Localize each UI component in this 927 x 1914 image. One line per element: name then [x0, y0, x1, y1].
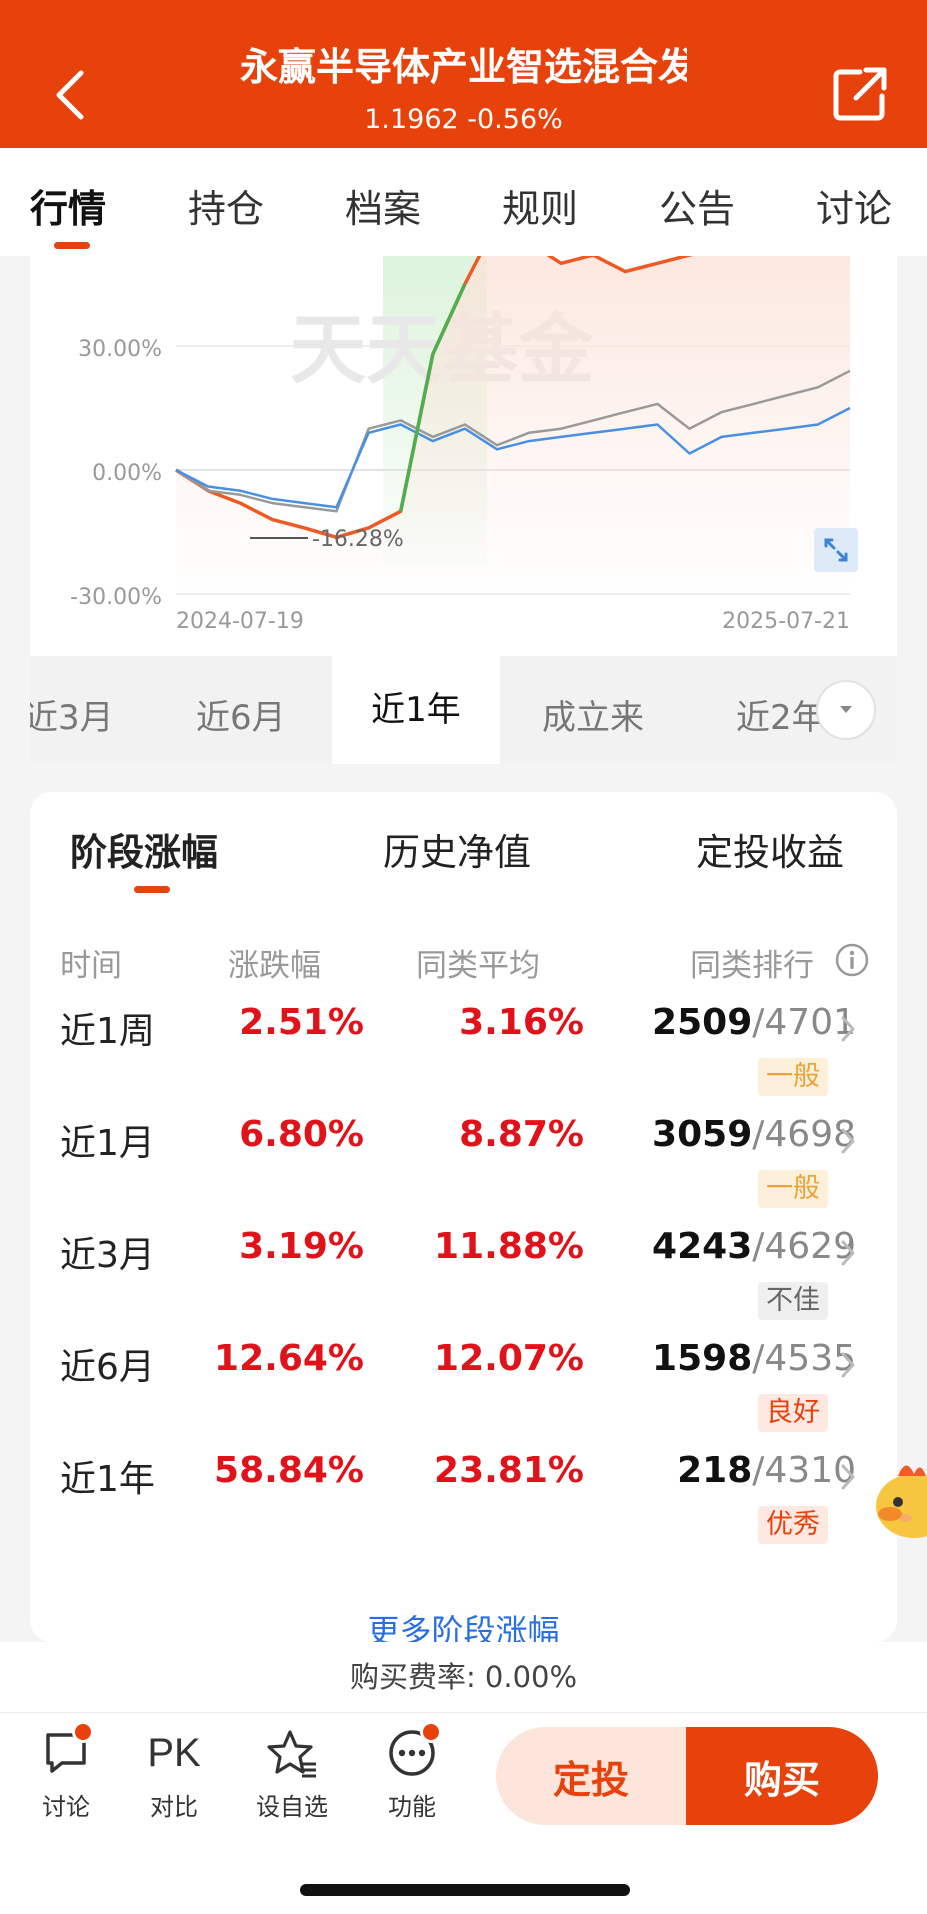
chart-series: [175, 256, 851, 594]
share-button[interactable]: [830, 64, 890, 124]
compare-label: 对比: [150, 1793, 198, 1821]
tab-profile[interactable]: 档案: [345, 178, 421, 233]
fund-title-container: 永赢半导体产业智选混合发起: [240, 42, 687, 92]
tab-period-returns[interactable]: 阶段涨幅: [70, 822, 218, 876]
period-label: 近3月: [60, 1235, 155, 1276]
fund-area-fill: [176, 256, 850, 594]
favorite-label: 设自选: [256, 1793, 328, 1821]
period-change-value: 12.64%: [214, 1338, 364, 1379]
chevron-right-icon: [841, 1128, 855, 1154]
more-period-returns-link[interactable]: 更多阶段涨幅: [30, 1606, 897, 1642]
rank-position: 2509: [652, 1002, 753, 1043]
star-list-icon: [267, 1730, 316, 1778]
min-value-label: -16.28%: [312, 527, 404, 552]
notification-dot: [72, 1721, 94, 1743]
fund-price-change: 1.1962 -0.56%: [364, 104, 563, 135]
buy-button[interactable]: 购买: [686, 1727, 878, 1825]
returns-tab-indicator: [134, 886, 170, 893]
tab-holdings[interactable]: 持仓: [188, 178, 264, 233]
rank-position: 3059: [652, 1114, 753, 1155]
active-tab-indicator: [54, 242, 90, 249]
expand-chart-button[interactable]: [814, 528, 858, 572]
notification-dot: [420, 1721, 442, 1743]
category-average-value: 11.88%: [434, 1226, 584, 1267]
period-change-value: 3.19%: [239, 1226, 364, 1267]
category-average-value: 23.81%: [434, 1450, 584, 1491]
period-change-value: 58.84%: [214, 1450, 364, 1491]
column-header-change: 涨跌幅: [228, 948, 321, 984]
rank-rating-badge: 一般: [758, 1170, 828, 1208]
chevron-right-icon: [841, 1240, 855, 1266]
period-returns-card: 阶段涨幅 历史净值 定投收益 时间 涨跌幅 同类平均 同类排行 近1周 2.51…: [30, 792, 897, 1642]
add-favorite-button[interactable]: 设自选: [242, 1725, 342, 1822]
range-2y[interactable]: 近2年: [736, 690, 826, 739]
chevron-right-icon: [841, 1464, 855, 1490]
category-rank[interactable]: 2509/4701: [626, 1002, 856, 1043]
category-average-value: 8.87%: [459, 1114, 584, 1155]
rank-rating-badge: 一般: [758, 1058, 828, 1096]
y-tick-label: 0.00%: [92, 461, 162, 486]
period-label: 近1年: [60, 1459, 155, 1500]
purchase-fee-rate: 购买费率: 0.00%: [0, 1642, 927, 1712]
functions-button[interactable]: 功能: [362, 1725, 462, 1822]
period-change-value: 6.80%: [239, 1114, 364, 1155]
compare-button[interactable]: PK 对比: [124, 1725, 224, 1822]
discuss-button[interactable]: 讨论: [16, 1725, 116, 1822]
time-range-selector: 近3月 近6月 近1年 成立来 近2年: [30, 656, 897, 764]
column-header-category-avg: 同类平均: [416, 948, 540, 984]
x-end-label: 2025-07-21: [722, 609, 850, 634]
header-bar: 永赢半导体产业智选混合发起 1.1962 -0.56%: [0, 0, 927, 148]
discuss-label: 讨论: [42, 1793, 90, 1821]
tab-market[interactable]: 行情: [30, 178, 106, 233]
share-icon: [833, 67, 887, 121]
category-rank[interactable]: 1598/4535: [626, 1338, 856, 1379]
range-3m[interactable]: 近3月: [30, 690, 114, 739]
y-tick-label: -30.00%: [70, 585, 162, 610]
functions-label: 功能: [388, 1793, 436, 1821]
rank-rating-badge: 不佳: [758, 1282, 828, 1320]
category-average-value: 12.07%: [434, 1338, 584, 1379]
category-average-value: 3.16%: [459, 1002, 584, 1043]
pk-icon: PK: [147, 1730, 201, 1775]
tab-nav-history[interactable]: 历史净值: [383, 822, 531, 876]
home-indicator-area: [0, 1834, 927, 1914]
tab-rules[interactable]: 规则: [502, 178, 578, 233]
caret-down-icon: [840, 706, 852, 713]
chevron-right-icon: [841, 1016, 855, 1042]
x-start-label: 2024-07-19: [176, 609, 304, 634]
home-indicator[interactable]: [300, 1884, 630, 1896]
rank-rating-badge: 优秀: [758, 1506, 828, 1544]
performance-chart[interactable]: 天天基金 30.00% 0.00% -30.00% -16.28% 2024-0…: [30, 256, 897, 656]
rank-rating-badge: 良好: [758, 1394, 828, 1432]
rank-position: 4243: [652, 1226, 753, 1267]
range-6m[interactable]: 近6月: [196, 690, 286, 739]
category-rank[interactable]: 218/4310: [626, 1450, 856, 1491]
sip-invest-button[interactable]: 定投: [496, 1727, 686, 1825]
tab-sip-returns[interactable]: 定投收益: [696, 822, 844, 876]
range-1y[interactable]: 近1年: [332, 656, 500, 764]
period-label: 近1月: [60, 1123, 155, 1164]
range-dropdown-button[interactable]: [816, 680, 876, 740]
bottom-toolbar: 讨论 PK 对比 设自选 功能 定投 购买: [0, 1712, 927, 1834]
category-rank[interactable]: 4243/4629: [626, 1226, 856, 1267]
tab-announcements[interactable]: 公告: [659, 178, 735, 233]
info-icon[interactable]: [834, 942, 870, 978]
main-tabs: 行情 持仓 档案 规则 公告 讨论: [0, 148, 927, 256]
chevron-right-icon: [841, 1352, 855, 1378]
tab-discussion[interactable]: 讨论: [816, 178, 892, 233]
column-header-category-rank: 同类排行: [690, 948, 814, 984]
chart-canvas: 天天基金 30.00% 0.00% -30.00% -16.28% 2024-0…: [70, 256, 858, 634]
column-header-period: 时间: [60, 948, 122, 984]
rank-position: 1598: [652, 1338, 753, 1379]
range-since-inception[interactable]: 成立来: [542, 690, 644, 739]
rank-position: 218: [677, 1450, 753, 1491]
category-rank[interactable]: 3059/4698: [626, 1114, 856, 1155]
y-tick-label: 30.00%: [78, 337, 162, 362]
period-change-value: 2.51%: [239, 1002, 364, 1043]
period-label: 近1周: [60, 1011, 155, 1052]
mascot-chick-icon[interactable]: [868, 1454, 927, 1540]
fund-title: 永赢半导体产业智选混合发起: [240, 45, 687, 89]
period-label: 近6月: [60, 1347, 155, 1388]
